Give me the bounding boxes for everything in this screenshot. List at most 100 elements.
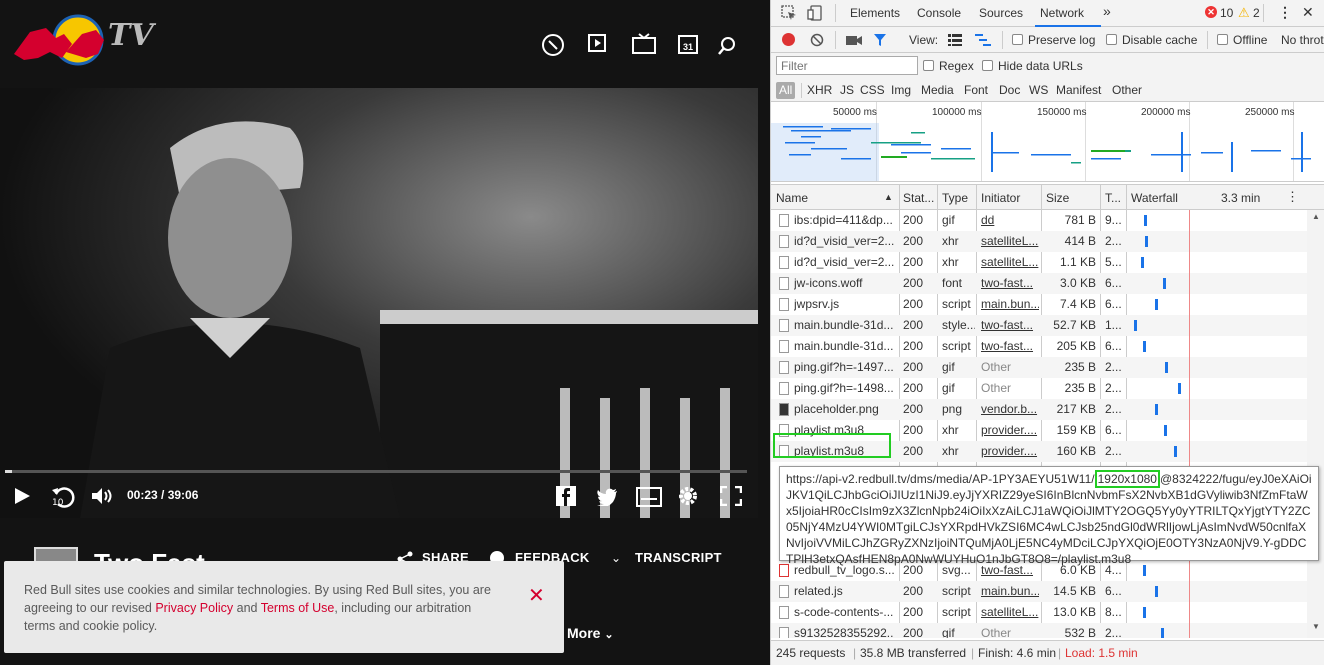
request-initiator[interactable]: two-fast...: [981, 318, 1039, 332]
request-initiator[interactable]: satelliteL...: [981, 234, 1039, 248]
privacy-policy-link[interactable]: Privacy Policy: [155, 601, 233, 615]
type-other[interactable]: Other: [1112, 83, 1142, 97]
request-row[interactable]: ping.gif?h=-1497... 200 gif Other 235 B 2...: [771, 357, 1307, 378]
request-initiator[interactable]: satelliteL...: [981, 255, 1039, 269]
preserve-log-checkbox[interactable]: Preserve log: [1012, 33, 1095, 47]
more-button[interactable]: More ⌄: [567, 625, 614, 641]
col-name[interactable]: Name: [776, 191, 808, 205]
request-initiator[interactable]: dd: [981, 213, 1039, 227]
table-scrollbar[interactable]: ▲ ▼: [1307, 210, 1324, 638]
warning-count[interactable]: 2: [1253, 6, 1260, 20]
clear-icon[interactable]: [810, 33, 824, 50]
request-row[interactable]: placeholder.png 200 png vendor.b... 217 KB 2.…: [771, 399, 1307, 420]
scroll-down-icon[interactable]: ▼: [1312, 622, 1320, 631]
col-initiator[interactable]: Initiator: [981, 191, 1020, 205]
scroll-up-icon[interactable]: ▲: [1312, 212, 1320, 221]
tv-icon[interactable]: [631, 33, 656, 55]
close-devtools-icon[interactable]: ✕: [1302, 4, 1314, 21]
type-css[interactable]: CSS: [860, 83, 885, 97]
type-font[interactable]: Font: [964, 83, 988, 97]
col-time[interactable]: T...: [1105, 191, 1121, 205]
transcript-button[interactable]: TRANSCRIPT: [635, 550, 722, 565]
request-initiator[interactable]: provider....: [981, 444, 1039, 458]
video-player[interactable]: [0, 88, 758, 518]
request-row[interactable]: id?d_visid_ver=2... 200 xhr satelliteL... 41…: [771, 231, 1307, 252]
type-ws[interactable]: WS: [1029, 83, 1048, 97]
warning-icon[interactable]: ⚠: [1238, 5, 1250, 21]
device-toolbar-icon[interactable]: [807, 5, 823, 24]
record-icon[interactable]: [782, 33, 795, 46]
request-initiator[interactable]: provider....: [981, 423, 1039, 437]
tab-sources[interactable]: Sources: [979, 6, 1023, 20]
chevron-down-icon[interactable]: ⌄: [611, 551, 621, 565]
col-waterfall[interactable]: Waterfall: [1131, 191, 1178, 205]
request-row[interactable]: main.bundle-31d... 200 script two-fast... 20…: [771, 336, 1307, 357]
tab-network[interactable]: Network: [1040, 6, 1084, 20]
offline-checkbox[interactable]: Offline: [1217, 33, 1267, 47]
disable-cache-box[interactable]: [1106, 34, 1117, 45]
type-js[interactable]: JS: [840, 83, 854, 97]
settings-gear-icon[interactable]: [677, 485, 699, 510]
waterfall-view-icon[interactable]: [975, 34, 991, 49]
type-all[interactable]: All: [776, 82, 796, 99]
search-icon[interactable]: [717, 36, 741, 58]
waterfall-menu-icon[interactable]: ⋮: [1286, 189, 1299, 205]
error-icon[interactable]: ✕: [1205, 6, 1217, 18]
captions-icon[interactable]: [636, 487, 662, 510]
large-rows-icon[interactable]: [948, 34, 962, 49]
hide-data-urls-box[interactable]: [982, 60, 993, 71]
cookie-close-icon[interactable]: ✕: [528, 583, 545, 607]
request-initiator[interactable]: satelliteL...: [981, 605, 1039, 619]
type-img[interactable]: Img: [891, 83, 911, 97]
filter-input[interactable]: [776, 56, 918, 75]
disable-cache-checkbox[interactable]: Disable cache: [1106, 33, 1197, 47]
request-row[interactable]: related.js 200 script main.bun... 14.5 KB 6..…: [771, 581, 1307, 602]
regex-checkbox[interactable]: Regex: [923, 59, 974, 73]
inspect-element-icon[interactable]: [781, 5, 797, 24]
play-icon[interactable]: [12, 486, 32, 509]
col-size[interactable]: Size: [1046, 191, 1069, 205]
type-manifest[interactable]: Manifest: [1056, 83, 1101, 97]
seek-bar[interactable]: [5, 470, 747, 473]
kebab-menu-icon[interactable]: ⋮: [1278, 4, 1292, 21]
network-overview[interactable]: 50000 ms 100000 ms 150000 ms 200000 ms 2…: [771, 102, 1324, 182]
request-initiator[interactable]: vendor.b...: [981, 402, 1039, 416]
col-type[interactable]: Type: [942, 191, 968, 205]
request-row[interactable]: id?d_visid_ver=2... 200 xhr satelliteL... 1.…: [771, 252, 1307, 273]
preserve-log-box[interactable]: [1012, 34, 1023, 45]
col-status[interactable]: Stat...: [903, 191, 934, 205]
request-row[interactable]: ibs:dpid=411&dp... 200 gif dd 781 B 9...: [771, 210, 1307, 231]
compass-icon[interactable]: [541, 33, 565, 56]
filter-funnel-icon[interactable]: [873, 33, 887, 50]
more-tabs-icon[interactable]: »: [1103, 3, 1111, 19]
throttle-select[interactable]: No throt: [1281, 33, 1324, 47]
request-initiator[interactable]: two-fast...: [981, 339, 1039, 353]
request-row[interactable]: ping.gif?h=-1498... 200 gif Other 235 B 2...: [771, 378, 1307, 399]
hide-data-urls-checkbox[interactable]: Hide data URLs: [982, 59, 1083, 73]
request-row[interactable]: s9132528355292... 200 gif Other 532 B 2...: [771, 623, 1307, 638]
terms-of-use-link[interactable]: Terms of Use: [261, 601, 335, 615]
regex-box[interactable]: [923, 60, 934, 71]
request-row[interactable]: s-code-contents-... 200 script satelliteL..…: [771, 602, 1307, 623]
twitter-icon[interactable]: [596, 488, 618, 509]
playlist-icon[interactable]: [587, 33, 611, 55]
camera-icon[interactable]: [846, 34, 862, 49]
offline-box[interactable]: [1217, 34, 1228, 45]
error-count[interactable]: 10: [1220, 6, 1233, 20]
tab-elements[interactable]: Elements: [850, 6, 900, 20]
request-initiator[interactable]: main.bun...: [981, 297, 1039, 311]
request-row[interactable]: jw-icons.woff 200 font two-fast... 3.0 KB 6..…: [771, 273, 1307, 294]
facebook-icon[interactable]: [556, 486, 576, 509]
request-initiator[interactable]: main.bun...: [981, 584, 1039, 598]
request-initiator[interactable]: two-fast...: [981, 276, 1039, 290]
type-xhr[interactable]: XHR: [807, 83, 832, 97]
volume-icon[interactable]: [91, 487, 117, 508]
request-row[interactable]: jwpsrv.js 200 script main.bun... 7.4 KB 6...: [771, 294, 1307, 315]
type-doc[interactable]: Doc: [999, 83, 1020, 97]
tab-console[interactable]: Console: [917, 6, 961, 20]
redbull-logo[interactable]: [12, 14, 108, 73]
sort-ascending-icon[interactable]: ▲: [884, 192, 893, 202]
type-media[interactable]: Media: [921, 83, 954, 97]
fullscreen-icon[interactable]: [719, 485, 743, 509]
request-row[interactable]: main.bundle-31d... 200 style... two-fast...…: [771, 315, 1307, 336]
